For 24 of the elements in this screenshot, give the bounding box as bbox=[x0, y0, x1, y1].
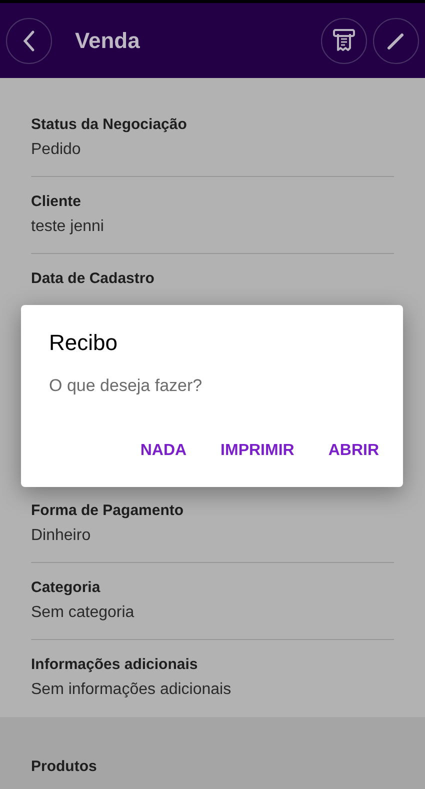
receipt-icon bbox=[333, 28, 355, 52]
field-label: Forma de Pagamento bbox=[31, 501, 185, 521]
dialog-button[interactable]: NADA bbox=[128, 432, 199, 468]
dialog-button[interactable]: ABRIR bbox=[316, 432, 391, 468]
field-label: Informações adicionais bbox=[31, 655, 199, 675]
screen-title: Venda bbox=[75, 27, 141, 55]
field-label: Data de Cadastro bbox=[31, 269, 156, 289]
field-label: Categoria bbox=[31, 578, 102, 598]
field-value: Sem categoria bbox=[31, 603, 136, 623]
field-value: Sem informações adicionais bbox=[31, 680, 232, 700]
field-value: teste jenni bbox=[31, 217, 105, 237]
field-label: Cliente bbox=[31, 192, 82, 212]
pencil-icon bbox=[386, 30, 406, 50]
dialog-title: Recibo bbox=[49, 329, 118, 357]
field-value: Pedido bbox=[31, 140, 82, 160]
field-label: Status da Negociação bbox=[31, 115, 188, 135]
back-button[interactable] bbox=[6, 18, 52, 64]
dialog-message: O que deseja fazer? bbox=[49, 375, 204, 397]
dialog-button[interactable]: IMPRIMIR bbox=[208, 432, 306, 468]
back-icon bbox=[22, 30, 36, 52]
receipt-button[interactable] bbox=[321, 18, 367, 64]
field-value: Dinheiro bbox=[31, 526, 92, 546]
section-title: Produtos bbox=[31, 758, 97, 775]
edit-button[interactable] bbox=[373, 18, 419, 64]
